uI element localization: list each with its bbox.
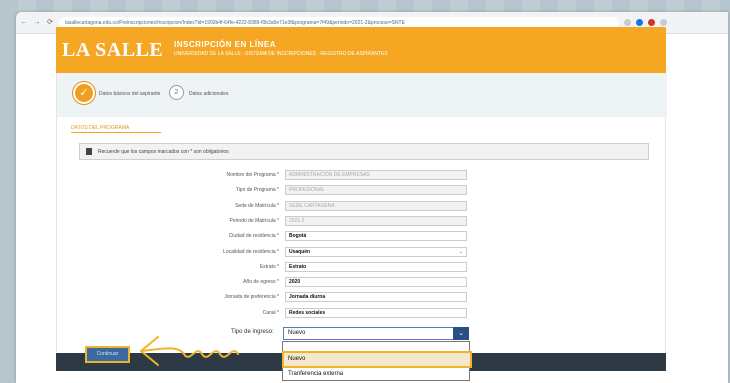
field-input[interactable]: 2020: [285, 277, 467, 288]
tipo-ingreso-dropdown: Nuevo Tranferencia externa: [282, 341, 470, 381]
step-1-check-icon[interactable]: ✓: [73, 82, 95, 104]
form-row: Jornada de preferencia * Jornada diurna: [57, 291, 667, 303]
field-label: Jornada de preferencia *: [224, 294, 279, 301]
step-1-label: Datos básicos del aspirante: [99, 91, 161, 97]
tipo-ingreso-select[interactable]: Nuevo: [283, 327, 469, 340]
option-nuevo[interactable]: Nuevo: [284, 353, 470, 366]
field-label: Nombre del Programa *: [226, 172, 279, 178]
field-input[interactable]: ADMINISTRACIÓN DE EMPRESAS: [285, 170, 467, 180]
field-label: Sede de Matrícula *: [235, 202, 279, 209]
form-row: Nombre del Programa * ADMINISTRACIÓN DE E…: [57, 169, 667, 181]
field-label: Periodo de Matrícula *: [229, 217, 279, 224]
field-label: Canal *: [262, 309, 279, 316]
profile-icon[interactable]: [636, 19, 643, 26]
field-label: Tipo de Programa *: [235, 187, 279, 194]
wizard-steps: ✓ Datos básicos del aspirante 2 Datos ad…: [57, 73, 667, 117]
header-tagline: UNIVERSIDAD DE LA SALLE - SISTEMA DE INS…: [174, 51, 388, 57]
form-page: ✓ Datos básicos del aspirante 2 Datos ad…: [56, 73, 667, 371]
brand-logo[interactable]: LA SALLE: [62, 39, 163, 62]
form-row: Canal * Redes sociales: [57, 307, 667, 319]
field-label: Ciudad de residencia *: [228, 233, 279, 240]
extension-icon[interactable]: [624, 19, 631, 26]
chevron-down-icon[interactable]: ⌄: [459, 249, 463, 255]
form-row: Ciudad de residencia * Bogotá: [57, 230, 667, 242]
forward-icon[interactable]: →: [33, 19, 41, 27]
chevron-down-icon[interactable]: ⌄: [453, 327, 469, 340]
arrow-left-icon: [140, 336, 239, 366]
field-label: Año de egreso *: [243, 279, 279, 286]
field-input[interactable]: 2021-2: [285, 215, 467, 226]
section-title: DATOS DEL PROGRAMA: [71, 125, 130, 131]
alert-text: Recuerde que los campos marcados con * s…: [98, 149, 229, 155]
field-input[interactable]: SEDE CARTAGENA: [285, 200, 467, 211]
field-input[interactable]: Redes sociales: [285, 307, 467, 318]
field-input[interactable]: PROFESIONAL: [285, 185, 467, 196]
form-row: Estrato * Estrato: [57, 261, 667, 273]
form-row: Sede de Matrícula * SEDE CARTAGENA: [57, 200, 667, 212]
form-row: Localidad de residencia * Usaquén ⌄: [57, 246, 667, 258]
info-alert: Recuerde que los campos marcados con * s…: [79, 143, 649, 160]
site-header: LA SALLE INSCRIPCIÓN EN LÍNEA UNIVERSIDA…: [56, 27, 666, 73]
field-label: Estrato *: [259, 263, 279, 270]
form-row: Año de egreso * 2020: [57, 276, 667, 288]
option-transferencia[interactable]: Tranferencia externa: [284, 369, 470, 379]
form-row: Tipo de Programa * PROFESIONAL: [57, 184, 667, 196]
continue-button[interactable]: Continuar: [87, 348, 128, 361]
info-icon: [86, 148, 92, 155]
field-input[interactable]: Usaquén: [285, 246, 467, 257]
field-input[interactable]: Bogotá: [285, 231, 467, 242]
step-2-icon[interactable]: 2: [169, 85, 184, 100]
field-input[interactable]: Jornada diurna: [285, 292, 467, 303]
menu-icon[interactable]: [660, 19, 667, 26]
section-divider: [71, 132, 161, 133]
field-input[interactable]: Estrato: [285, 261, 467, 272]
back-icon[interactable]: ←: [20, 19, 28, 27]
extension-red-icon[interactable]: [648, 19, 655, 26]
header-subtitle: INSCRIPCIÓN EN LÍNEA: [174, 40, 277, 49]
field-label: Localidad de residencia *: [223, 248, 279, 255]
reload-icon[interactable]: ⟳: [46, 19, 54, 27]
step-2-label: Datos adicionales: [189, 91, 229, 97]
form-row: Periodo de Matrícula * 2021-2: [57, 215, 667, 227]
